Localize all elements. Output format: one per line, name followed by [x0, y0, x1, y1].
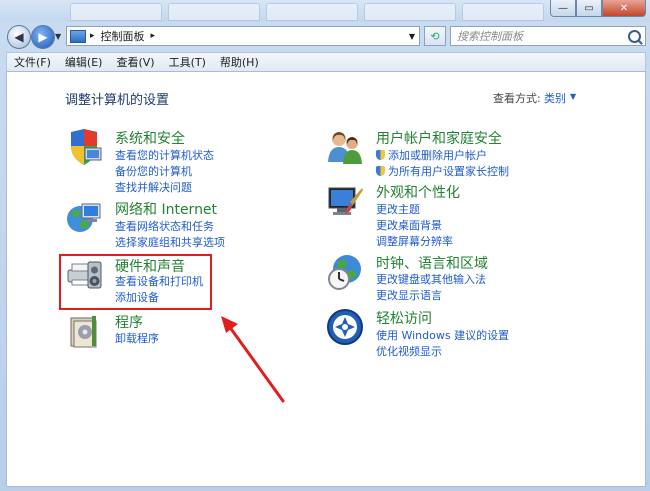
search-box[interactable] [450, 26, 646, 46]
refresh-button[interactable]: ⟲ [424, 26, 446, 46]
background-tab [462, 3, 544, 21]
window-frame: — ▭ ✕ ◀ ▶ ▼ ▸ 控制面板 ▸ ▼ ⟲ 文件(F) 编辑(E) 查看(… [0, 0, 650, 491]
breadcrumb-control-panel[interactable]: 控制面板 [101, 28, 145, 44]
forward-button[interactable]: ▶ [31, 25, 55, 49]
search-input[interactable] [455, 28, 624, 44]
title-bar: — ▭ ✕ [0, 0, 650, 22]
control-panel-content: 调整计算机的设置 查看方式: 类别 ▼ 系统和安全 查看您的计算机状态 备份您的… [6, 71, 646, 487]
refresh-icon: ⟲ [430, 29, 440, 43]
forward-arrow-icon: ▶ [38, 30, 48, 44]
minimize-button[interactable]: — [550, 0, 576, 17]
background-tab [168, 3, 260, 21]
recent-pages-dropdown[interactable]: ▼ [55, 32, 61, 41]
control-panel-icon [70, 29, 86, 43]
annotation-arrow-icon [221, 316, 285, 403]
search-icon[interactable] [628, 29, 641, 43]
background-tab [364, 3, 456, 21]
menu-tools[interactable]: 工具(T) [162, 54, 213, 70]
back-arrow-icon: ◀ [14, 30, 24, 44]
breadcrumb-chevron-icon[interactable]: ▸ [151, 31, 156, 41]
window-controls: — ▭ ✕ [550, 0, 646, 18]
background-tab [266, 3, 358, 21]
close-button[interactable]: ✕ [602, 0, 646, 17]
address-toolbar: ◀ ▶ ▼ ▸ 控制面板 ▸ ▼ ⟲ [0, 22, 650, 50]
menu-file[interactable]: 文件(F) [7, 54, 58, 70]
menu-help[interactable]: 帮助(H) [213, 54, 266, 70]
menu-edit[interactable]: 编辑(E) [58, 54, 110, 70]
background-tab [70, 3, 162, 21]
breadcrumb-chevron-icon[interactable]: ▸ [90, 31, 95, 41]
menu-view[interactable]: 查看(V) [109, 54, 161, 70]
maximize-button[interactable]: ▭ [576, 0, 602, 17]
back-button[interactable]: ◀ [7, 25, 31, 49]
address-bar[interactable]: ▸ 控制面板 ▸ ▼ [66, 26, 420, 46]
menu-bar: 文件(F) 编辑(E) 查看(V) 工具(T) 帮助(H) [6, 52, 646, 72]
address-dropdown-icon[interactable]: ▼ [409, 32, 415, 41]
